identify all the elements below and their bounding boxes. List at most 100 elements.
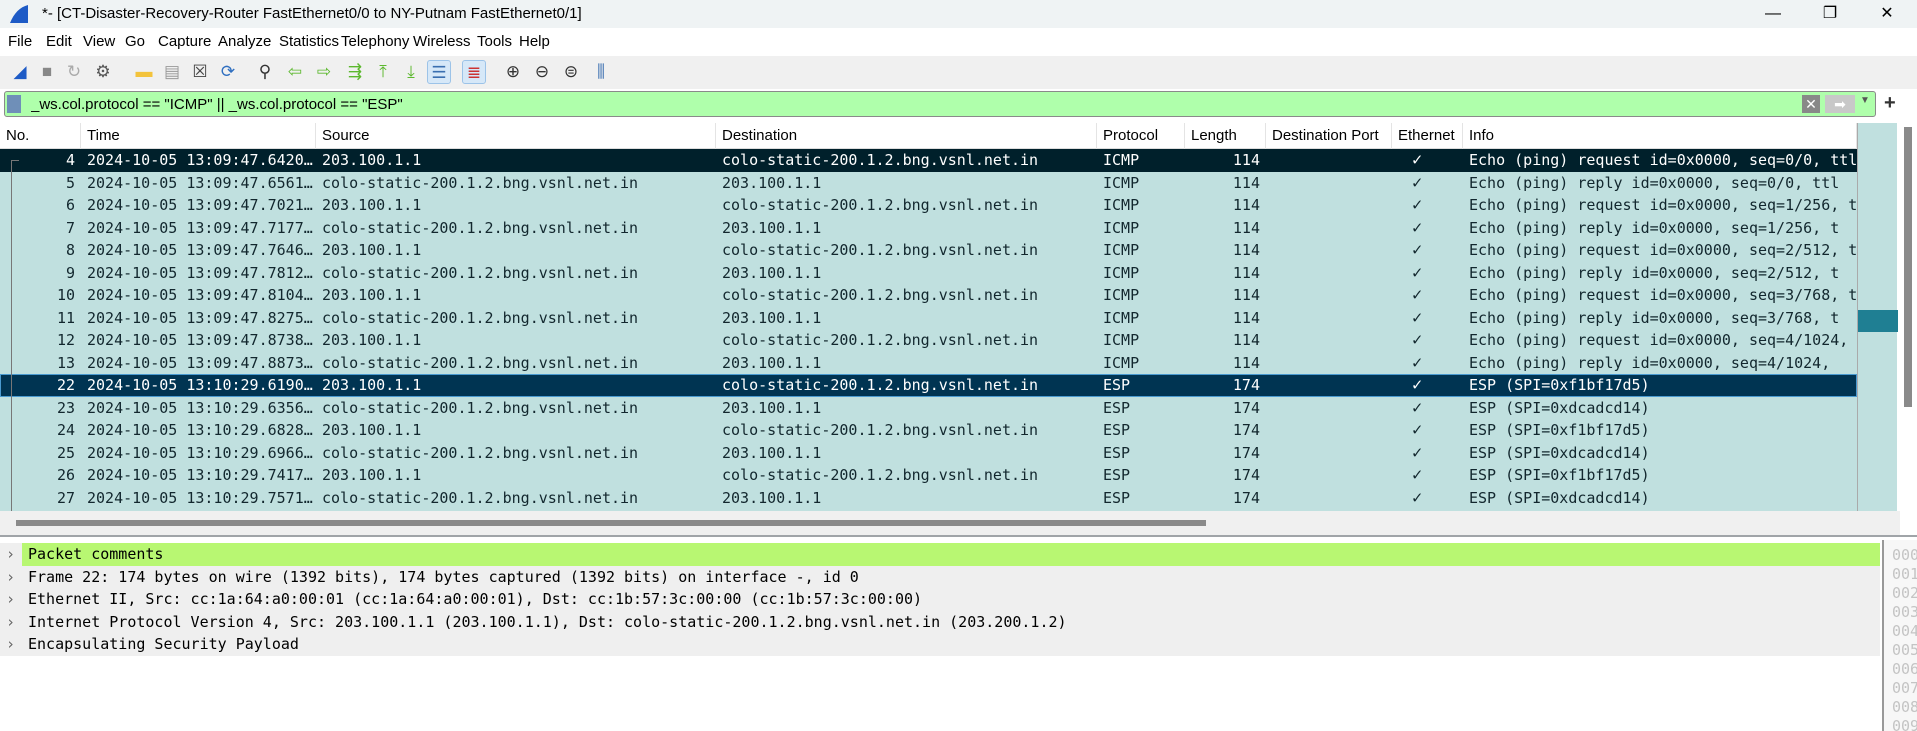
display-filter-input[interactable] [27, 92, 1467, 116]
packet-row[interactable]: 12 2024-10-05 13:09:47.8738… 203.100.1.1 co… [0, 329, 1857, 352]
menu-help[interactable]: Help [519, 33, 550, 50]
menu-go[interactable]: Go [125, 33, 145, 50]
column-header-info[interactable]: Info [1463, 123, 1857, 149]
first-packet-icon[interactable]: ⤒ [371, 60, 395, 84]
packet-row[interactable]: 24 2024-10-05 13:10:29.6828… 203.100.1.1 co… [0, 419, 1857, 442]
packet-list[interactable]: 4 2024-10-05 13:09:47.6420… 203.100.1.1 col… [0, 149, 1857, 511]
expand-chevron-icon[interactable]: › [6, 566, 15, 589]
column-header-time[interactable]: Time [81, 123, 316, 149]
column-header-ethernet[interactable]: Ethernet [1392, 123, 1463, 149]
packet-row[interactable]: 8 2024-10-05 13:09:47.7646… 203.100.1.1 col… [0, 239, 1857, 262]
cell-info: Echo (ping) request id=0x0000, seq=1/256… [1469, 196, 1857, 214]
menu-file[interactable]: File [8, 33, 32, 50]
packet-row[interactable]: 9 2024-10-05 13:09:47.7812… colo-static-20… [0, 262, 1857, 285]
file-icon[interactable]: ▤ [160, 60, 184, 84]
expand-chevron-icon[interactable]: › [6, 543, 15, 566]
cell-src: colo-static-200.1.2.bng.vsnl.net.in [322, 263, 639, 282]
packet-row[interactable]: 25 2024-10-05 13:10:29.6966… colo-static-2… [0, 442, 1857, 465]
detail-text: Internet Protocol Version 4, Src: 203.10… [28, 612, 1067, 631]
go-to-packet-icon[interactable]: ⇶ [343, 60, 367, 84]
scrollbar-thumb[interactable] [1904, 127, 1912, 407]
hex-offset: 003 [1892, 603, 1917, 621]
cell-len: 174 [1232, 421, 1260, 439]
horizontal-scrollbar[interactable] [0, 511, 1900, 535]
detail-tree-item[interactable]: › Encapsulating Security Payload [0, 633, 1880, 656]
stop-icon[interactable]: ■ [35, 60, 59, 84]
resize-columns-icon[interactable]: ⫼ [589, 60, 613, 84]
expand-chevron-icon[interactable]: › [6, 588, 15, 611]
vertical-scrollbar[interactable] [1900, 123, 1917, 511]
forward-arrow-icon[interactable]: ⇨ [312, 60, 336, 84]
packet-row[interactable]: 23 2024-10-05 13:10:29.6356… colo-static-2… [0, 397, 1857, 420]
expand-chevron-icon[interactable]: › [6, 611, 15, 634]
last-packet-icon[interactable]: ⤓ [399, 60, 423, 84]
column-header-length[interactable]: Length [1185, 123, 1266, 149]
packet-row[interactable]: 27 2024-10-05 13:10:29.7571… colo-static-2… [0, 487, 1857, 510]
detail-tree-item[interactable]: › Ethernet II, Src: cc:1a:64:a0:00:01 (cc… [0, 588, 1880, 611]
packet-list-header: No. Time Source Destination Protocol Length De… [0, 123, 1857, 149]
detail-tree-item[interactable]: › Internet Protocol Version 4, Src: 203.1… [0, 610, 1880, 634]
scrollbar-thumb[interactable] [16, 520, 1206, 526]
back-arrow-icon[interactable]: ⇦ [283, 60, 307, 84]
cell-dport [1266, 149, 1392, 172]
zoom-in-icon[interactable]: ⊕ [501, 60, 525, 84]
cell-proto: ICMP [1103, 218, 1140, 237]
cell-eth: ✓ [1412, 465, 1423, 485]
apply-filter-icon[interactable]: ➡ [1825, 95, 1855, 113]
colorize-icon[interactable]: ≣ [462, 60, 486, 84]
packet-row[interactable]: 7 2024-10-05 13:09:47.7177… colo-static-20… [0, 217, 1857, 240]
minimize-button[interactable]: — [1750, 0, 1796, 28]
menu-capture[interactable]: Capture [158, 33, 211, 50]
column-header-source[interactable]: Source [316, 123, 716, 149]
menu-tools[interactable]: Tools [477, 33, 512, 50]
bookmark-icon[interactable] [7, 95, 21, 113]
shark-fin-icon[interactable]: ◢ [8, 60, 32, 84]
menu-telephony[interactable]: Telephony [341, 33, 409, 50]
cell-dport [1266, 487, 1392, 510]
column-header-protocol[interactable]: Protocol [1097, 123, 1185, 149]
pane-divider[interactable] [0, 535, 1917, 537]
zoom-out-icon[interactable]: ⊖ [530, 60, 554, 84]
packet-row[interactable]: 11 2024-10-05 13:09:47.8275… colo-static-2… [0, 307, 1857, 330]
packet-row[interactable]: 22 2024-10-05 13:10:29.6190… 203.100.1.1 co… [0, 374, 1857, 397]
packet-row[interactable]: 10 2024-10-05 13:09:47.8104… 203.100.1.1 co… [0, 284, 1857, 307]
add-filter-button-icon[interactable]: + [1884, 92, 1896, 115]
cell-dst: colo-static-200.1.2.bng.vsnl.net.in [722, 241, 1039, 259]
cell-time: 2024-10-05 13:09:47.7812… [87, 263, 313, 282]
column-header-destination-port[interactable]: Destination Port [1266, 123, 1392, 149]
cell-eth: ✓ [1412, 352, 1423, 373]
open-folder-icon[interactable]: ▬ [132, 60, 156, 84]
options-gear-icon[interactable]: ⚙ [91, 60, 115, 84]
detail-tree-item[interactable]: › Frame 22: 174 bytes on wire (1392 bits)… [0, 565, 1880, 589]
autoscroll-icon[interactable]: ☰ [427, 60, 451, 84]
find-icon[interactable]: ⚲ [253, 60, 277, 84]
packet-minimap[interactable] [1857, 123, 1898, 511]
reload-icon[interactable]: ⟳ [216, 60, 240, 84]
packet-row[interactable]: 13 2024-10-05 13:09:47.8873… colo-static-2… [0, 352, 1857, 375]
detail-tree-item[interactable]: › Packet comments [0, 543, 1880, 566]
packet-row[interactable]: 4 2024-10-05 13:09:47.6420… 203.100.1.1 col… [0, 149, 1857, 172]
restore-button[interactable]: ❐ [1807, 0, 1853, 28]
close-button[interactable]: ✕ [1864, 0, 1910, 28]
expand-chevron-icon[interactable]: › [6, 633, 15, 656]
clear-filter-icon[interactable]: ✕ [1802, 95, 1820, 113]
cell-time: 2024-10-05 13:10:29.6828… [87, 421, 313, 439]
cell-info: ESP (SPI=0xf1bf17d5) [1469, 421, 1650, 439]
zoom-normal-icon[interactable]: ⊜ [559, 60, 583, 84]
close-file-icon[interactable]: ☒ [188, 60, 212, 84]
packet-row[interactable]: 26 2024-10-05 13:10:29.7417… 203.100.1.1 co… [0, 464, 1857, 487]
cell-proto: ESP [1103, 443, 1131, 462]
menu-statistics[interactable]: Statistics [279, 33, 339, 50]
packet-row[interactable]: 6 2024-10-05 13:09:47.7021… 203.100.1.1 col… [0, 194, 1857, 217]
column-header-destination[interactable]: Destination [716, 123, 1097, 149]
cell-dport [1266, 397, 1392, 420]
cell-src: 203.100.1.1 [322, 421, 422, 439]
filter-history-dropdown-icon[interactable]: ▼ [1860, 95, 1870, 106]
column-header-no[interactable]: No. [0, 123, 81, 149]
menu-view[interactable]: View [83, 33, 115, 50]
menu-analyze[interactable]: Analyze [218, 33, 271, 50]
restart-icon[interactable]: ↻ [62, 60, 86, 84]
menu-wireless[interactable]: Wireless [413, 33, 471, 50]
packet-row[interactable]: 5 2024-10-05 13:09:47.6561… colo-static-20… [0, 172, 1857, 195]
menu-edit[interactable]: Edit [46, 33, 72, 50]
